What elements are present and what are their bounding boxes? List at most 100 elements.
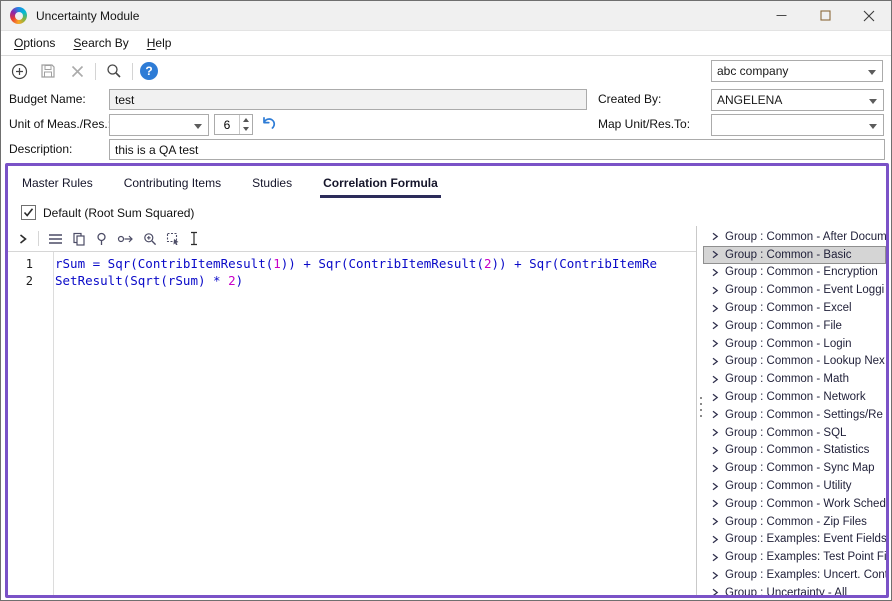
group-list-item[interactable]: Group : Common - Login [703,335,886,353]
group-list-item[interactable]: Group : Uncertainty - All [703,584,886,595]
chevron-right-icon [711,553,719,562]
group-list-item[interactable]: Group : Common - Math [703,370,886,388]
chevron-right-icon [711,339,719,348]
add-button[interactable] [8,60,30,82]
unit-spinner[interactable] [214,114,253,135]
save-button[interactable] [37,60,59,82]
group-list-item[interactable]: Group : Common - After Docum [703,228,886,246]
editor-pane: 1rSum = Sqr(ContribItemResult(1)) + Sqr(… [8,226,696,595]
chevron-right-icon [711,428,719,437]
group-label: Group : Common - Lookup Nex [725,355,885,367]
group-list-item[interactable]: Group : Common - Encryption [703,264,886,282]
line-spacing-button[interactable] [48,233,63,245]
group-list-item[interactable]: Group : Examples: Event Fields [703,531,886,549]
group-list-item[interactable]: Group : Common - Work Sched [703,495,886,513]
group-label: Group : Examples: Event Fields [725,533,886,545]
group-label: Group : Common - File [725,320,842,332]
menu-search-by[interactable]: Search By [64,31,137,55]
group-list-item[interactable]: Group : Common - SQL [703,424,886,442]
group-list-item[interactable]: Group : Common - Utility [703,477,886,495]
formula-code-editor[interactable]: 1rSum = Sqr(ContribItemResult(1)) + Sqr(… [8,252,696,595]
text-cursor-button[interactable] [189,231,199,246]
search-button[interactable] [103,60,125,82]
toolbar: ? abc company [1,56,891,86]
toolbar-separator [132,63,133,80]
unit-meas-combo[interactable] [109,114,209,136]
group-label: Group : Common - Sync Map [725,462,875,474]
dropdown-arrow-icon [869,99,877,104]
zoom-in-button[interactable] [143,232,157,246]
tab-contributing-items[interactable]: Contributing Items [122,166,223,199]
undo-button[interactable] [261,115,278,132]
group-list-item[interactable]: Group : Common - Sync Map [703,459,886,477]
goto-field-button[interactable] [117,233,134,245]
maximize-button[interactable] [803,1,847,30]
toolbar-separator [95,63,96,80]
group-label: Group : Common - Statistics [725,444,869,456]
expand-button[interactable] [17,233,29,245]
tab-correlation-formula[interactable]: Correlation Formula [321,166,440,199]
tab-master-rules[interactable]: Master Rules [20,166,95,199]
minimize-button[interactable] [759,1,803,30]
group-label: Group : Common - Math [725,373,849,385]
chevron-right-icon [711,482,719,491]
map-unit-combo[interactable] [711,114,884,136]
select-region-button[interactable] [166,232,180,245]
chevron-right-icon [711,393,719,402]
checkmark-icon [23,207,34,218]
default-checkbox[interactable] [21,205,36,220]
spinner-up-button[interactable] [240,115,252,125]
editor-toolbar [8,226,696,252]
copy-icon [72,232,86,246]
group-list-item[interactable]: Group : Common - Settings/Re [703,406,886,424]
delete-button[interactable] [66,60,88,82]
group-list-item[interactable]: Group : Common - Statistics [703,442,886,460]
text-cursor-icon [189,231,199,246]
group-label: Group : Common - Event Loggi [725,284,884,296]
group-list-item[interactable]: Group : Common - Excel [703,299,886,317]
menu-help[interactable]: Help [138,31,181,55]
menu-options[interactable]: Options [5,31,64,55]
spinner-down-button[interactable] [240,125,252,135]
description-input[interactable] [109,139,885,160]
group-label: Group : Common - SQL [725,427,846,439]
group-list-item[interactable]: Group : Common - File [703,317,886,335]
group-label: Group : Common - Excel [725,302,852,314]
dropdown-arrow-icon [869,124,877,129]
map-unit-label: Map Unit/Res.To: [598,114,690,135]
group-label: Group : Common - Utility [725,480,852,492]
group-list-item[interactable]: Group : Examples: Uncert. Cont [703,566,886,584]
lines-icon [48,233,63,245]
code-line: 2SetResult(Sqrt(rSum) * 2) [8,272,696,289]
group-list-item[interactable]: Group : Examples: Test Point Fi [703,548,886,566]
budget-name-input[interactable] [109,89,587,110]
chevron-right-icon [711,375,719,384]
group-list-item[interactable]: Group : Common - Network [703,388,886,406]
help-button[interactable]: ? [140,62,158,80]
close-button[interactable] [847,1,891,30]
pane-splitter[interactable] [696,226,703,595]
window-controls [759,1,891,30]
line-number: 1 [8,257,45,271]
tab-studies[interactable]: Studies [250,166,294,199]
group-list-item[interactable]: Group : Common - Lookup Nex [703,353,886,371]
function-group-list: Group : Common - After DocumGroup : Comm… [703,226,886,595]
dropdown-arrow-icon [194,124,202,129]
formula-content: 1rSum = Sqr(ContribItemResult(1)) + Sqr(… [8,226,886,595]
chevron-right-icon [711,588,719,595]
group-label: Group : Examples: Test Point Fi [725,551,886,563]
chevron-right-icon [711,232,719,241]
correlation-panel: Master Rules Contributing Items Studies … [5,163,889,598]
bookmark-button[interactable] [95,232,108,246]
group-list-item[interactable]: Group : Common - Basic [703,246,886,264]
group-list-item[interactable]: Group : Common - Event Loggi [703,281,886,299]
copy-button[interactable] [72,232,86,246]
created-by-combo[interactable]: ANGELENA [711,89,884,111]
unit-spinner-input[interactable] [215,115,239,134]
goto-arrow-icon [117,233,134,245]
chevron-right-icon [711,250,719,259]
select-box-icon [166,232,180,245]
company-combo[interactable]: abc company [711,60,883,82]
chevron-right-icon [17,233,29,245]
group-list-item[interactable]: Group : Common - Zip Files [703,513,886,531]
